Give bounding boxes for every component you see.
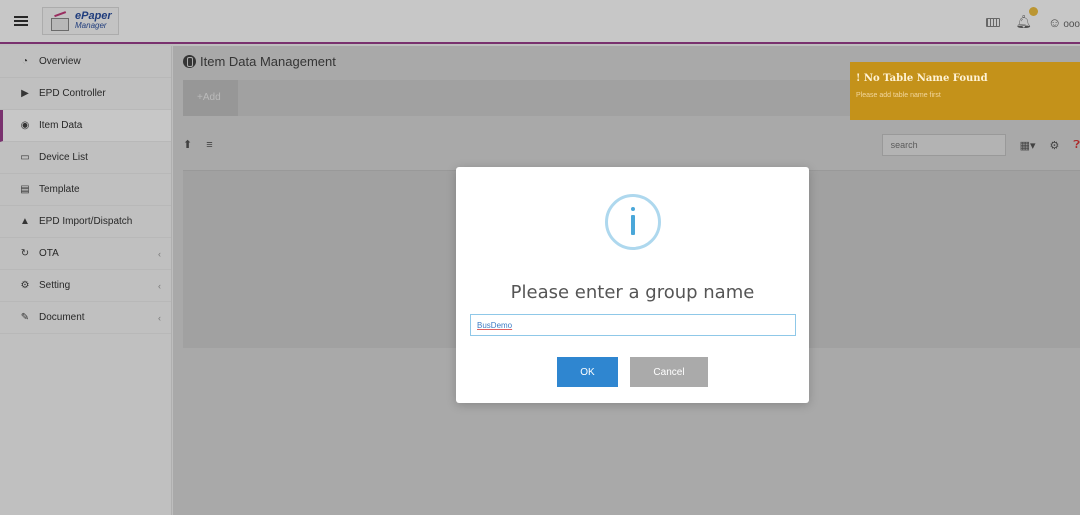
cancel-button[interactable]: Cancel xyxy=(630,357,708,387)
toast-message: Please add table name first xyxy=(856,92,941,99)
info-icon xyxy=(605,194,661,250)
toast-title: ! No Table Name Found xyxy=(856,73,988,84)
warning-toast[interactable]: ! No Table Name Found Please add table n… xyxy=(850,62,1080,120)
ok-button[interactable]: OK xyxy=(557,357,618,387)
dialog-title: Please enter a group name xyxy=(510,282,755,303)
group-name-input[interactable] xyxy=(470,314,796,336)
group-name-dialog: Please enter a group name OK Cancel xyxy=(456,167,809,403)
